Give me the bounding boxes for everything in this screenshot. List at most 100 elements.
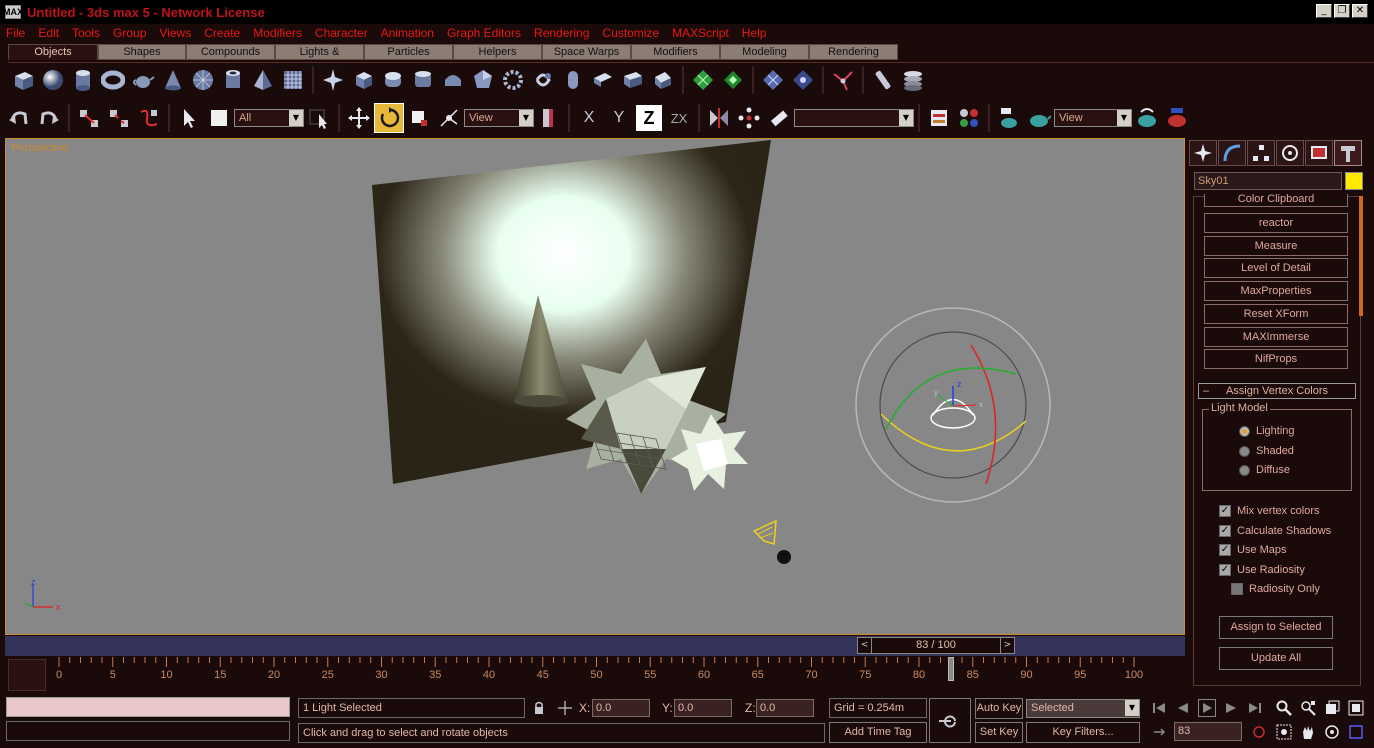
activeshade-icon[interactable] <box>1162 103 1192 133</box>
lock-icon[interactable] <box>530 699 548 717</box>
scale-icon[interactable] <box>404 103 434 133</box>
absolute-mode-icon[interactable] <box>556 699 574 717</box>
add-time-tag-button[interactable]: Add Time Tag <box>829 722 927 743</box>
bind-spacewarp-icon[interactable] <box>134 103 164 133</box>
time-slider[interactable]: < 83 / 100 > <box>5 636 1185 656</box>
tab-lights-cameras[interactable]: Lights & Cameras <box>275 44 364 72</box>
menu-animation[interactable]: Animation <box>381 26 434 40</box>
modify-panel-icon[interactable] <box>1218 140 1246 166</box>
link-icon[interactable] <box>74 103 104 133</box>
zoom-all-icon[interactable] <box>1299 699 1317 717</box>
array-icon[interactable] <box>734 103 764 133</box>
tri-patch-icon[interactable] <box>718 65 748 95</box>
maxscript-listener[interactable] <box>6 697 290 717</box>
menu-rendering[interactable]: Rendering <box>534 26 589 40</box>
reference-coord-dropdown[interactable]: View ▼ <box>464 109 534 127</box>
use-maps-checkbox[interactable]: ✓ Use Maps <box>1219 544 1287 556</box>
nifprops-button[interactable]: NifProps <box>1204 349 1348 369</box>
menu-edit[interactable]: Edit <box>38 26 59 40</box>
x-coord-field[interactable]: 0.0 <box>592 699 650 717</box>
hierarchy-panel-icon[interactable] <box>1247 140 1275 166</box>
time-config-icon[interactable] <box>1250 723 1268 741</box>
menu-maxscript[interactable]: MAXScript <box>672 26 729 40</box>
app-icon[interactable]: MAX <box>3 5 23 19</box>
l-ext-icon[interactable] <box>588 65 618 95</box>
set-key-button[interactable]: Set Key <box>975 722 1023 743</box>
move-icon[interactable] <box>344 103 374 133</box>
menu-file[interactable]: File <box>6 26 25 40</box>
reset-xform-button[interactable]: Reset XForm <box>1204 304 1348 324</box>
menu-modifiers[interactable]: Modifiers <box>253 26 302 40</box>
region-zoom-icon[interactable] <box>1275 723 1293 741</box>
utilities-panel-icon[interactable] <box>1334 140 1362 166</box>
mirror-icon[interactable] <box>704 103 734 133</box>
zoom-icon[interactable] <box>1275 699 1293 717</box>
geosphere-icon[interactable] <box>188 65 218 95</box>
quick-render-icon[interactable] <box>1024 103 1054 133</box>
track-view-icon[interactable] <box>924 103 954 133</box>
key-mode-dropdown[interactable]: Selected ▼ <box>1026 699 1140 718</box>
render-last-icon[interactable] <box>1132 103 1162 133</box>
set-key-big-icon[interactable] <box>929 698 971 743</box>
axis-x-button[interactable]: X <box>574 103 604 133</box>
prism-icon[interactable] <box>648 65 678 95</box>
nurbs-surface-icon[interactable] <box>758 65 788 95</box>
oiltank-icon[interactable] <box>438 65 468 95</box>
region-select-icon[interactable] <box>204 103 234 133</box>
assign-to-selected-button[interactable]: Assign to Selected <box>1219 616 1333 639</box>
next-frame-arrow[interactable]: > <box>1000 638 1014 653</box>
z-coord-field[interactable]: 0.0 <box>756 699 814 717</box>
level-of-detail-button[interactable]: Level of Detail <box>1204 258 1348 278</box>
calculate-shadows-checkbox[interactable]: ✓ Calculate Shadows <box>1219 525 1331 537</box>
restore-button[interactable]: ❐ <box>1334 4 1350 18</box>
display-panel-icon[interactable] <box>1305 140 1333 166</box>
select-arrow-icon[interactable] <box>174 103 204 133</box>
menu-help[interactable]: Help <box>742 26 767 40</box>
tab-modeling[interactable]: Modeling <box>720 44 809 60</box>
menu-tools[interactable]: Tools <box>72 26 100 40</box>
hedra-icon[interactable] <box>468 65 498 95</box>
render-scene-icon[interactable] <box>994 103 1024 133</box>
pivot-icon[interactable] <box>434 103 464 133</box>
chamfer-cyl-icon[interactable] <box>408 65 438 95</box>
maxscript-output[interactable] <box>6 721 290 741</box>
current-frame-field[interactable]: 83 <box>1174 722 1242 741</box>
perspective-viewport[interactable]: Perspective z x y z x <box>5 138 1185 635</box>
key-mode-toggle-icon[interactable] <box>1150 723 1168 741</box>
use-pivot-center-icon[interactable] <box>534 103 564 133</box>
measure-button[interactable]: Measure <box>1204 236 1348 256</box>
radiosity-only-checkbox[interactable]: Radiosity Only <box>1231 583 1320 595</box>
update-all-button[interactable]: Update All <box>1219 647 1333 670</box>
tab-particles[interactable]: Particles <box>364 44 453 60</box>
tab-objects[interactable]: Objects <box>8 44 98 60</box>
menu-character[interactable]: Character <box>315 26 368 40</box>
tab-compounds[interactable]: Compounds <box>186 44 275 60</box>
go-to-end-icon[interactable] <box>1246 699 1264 717</box>
prev-key-icon[interactable] <box>1174 699 1192 717</box>
tape-measure-icon[interactable] <box>868 65 898 95</box>
cylinder-icon[interactable] <box>68 65 98 95</box>
torus-knot-icon[interactable] <box>528 65 558 95</box>
sphere-icon[interactable] <box>38 65 68 95</box>
prev-frame-arrow[interactable]: < <box>858 638 872 653</box>
axis-y-button[interactable]: Y <box>604 103 634 133</box>
radio-diffuse[interactable]: Diffuse <box>1239 464 1290 476</box>
render-type-dropdown[interactable]: View ▼ <box>1054 109 1132 127</box>
tab-helpers[interactable]: Helpers <box>453 44 542 60</box>
undo-icon[interactable] <box>4 103 34 133</box>
object-color-swatch[interactable] <box>1345 172 1363 190</box>
time-slider-thumb[interactable]: < 83 / 100 > <box>857 637 1015 654</box>
menu-create[interactable]: Create <box>204 26 240 40</box>
tab-modifiers[interactable]: Modifiers <box>631 44 720 60</box>
tab-shapes[interactable]: Shapes <box>98 44 186 60</box>
motion-panel-icon[interactable] <box>1276 140 1304 166</box>
tube-icon[interactable] <box>218 65 248 95</box>
maximmerse-button[interactable]: MAXImmerse <box>1204 327 1348 347</box>
axis-z-button[interactable]: Z <box>636 105 662 131</box>
minimize-button[interactable]: _ <box>1316 4 1332 18</box>
axis-zx-button[interactable]: ZX <box>664 103 694 133</box>
use-radiosity-checkbox[interactable]: ✓ Use Radiosity <box>1219 564 1305 576</box>
unlink-icon[interactable] <box>104 103 134 133</box>
plane-grid-icon[interactable] <box>278 65 308 95</box>
dummy-bones-icon[interactable] <box>828 65 858 95</box>
